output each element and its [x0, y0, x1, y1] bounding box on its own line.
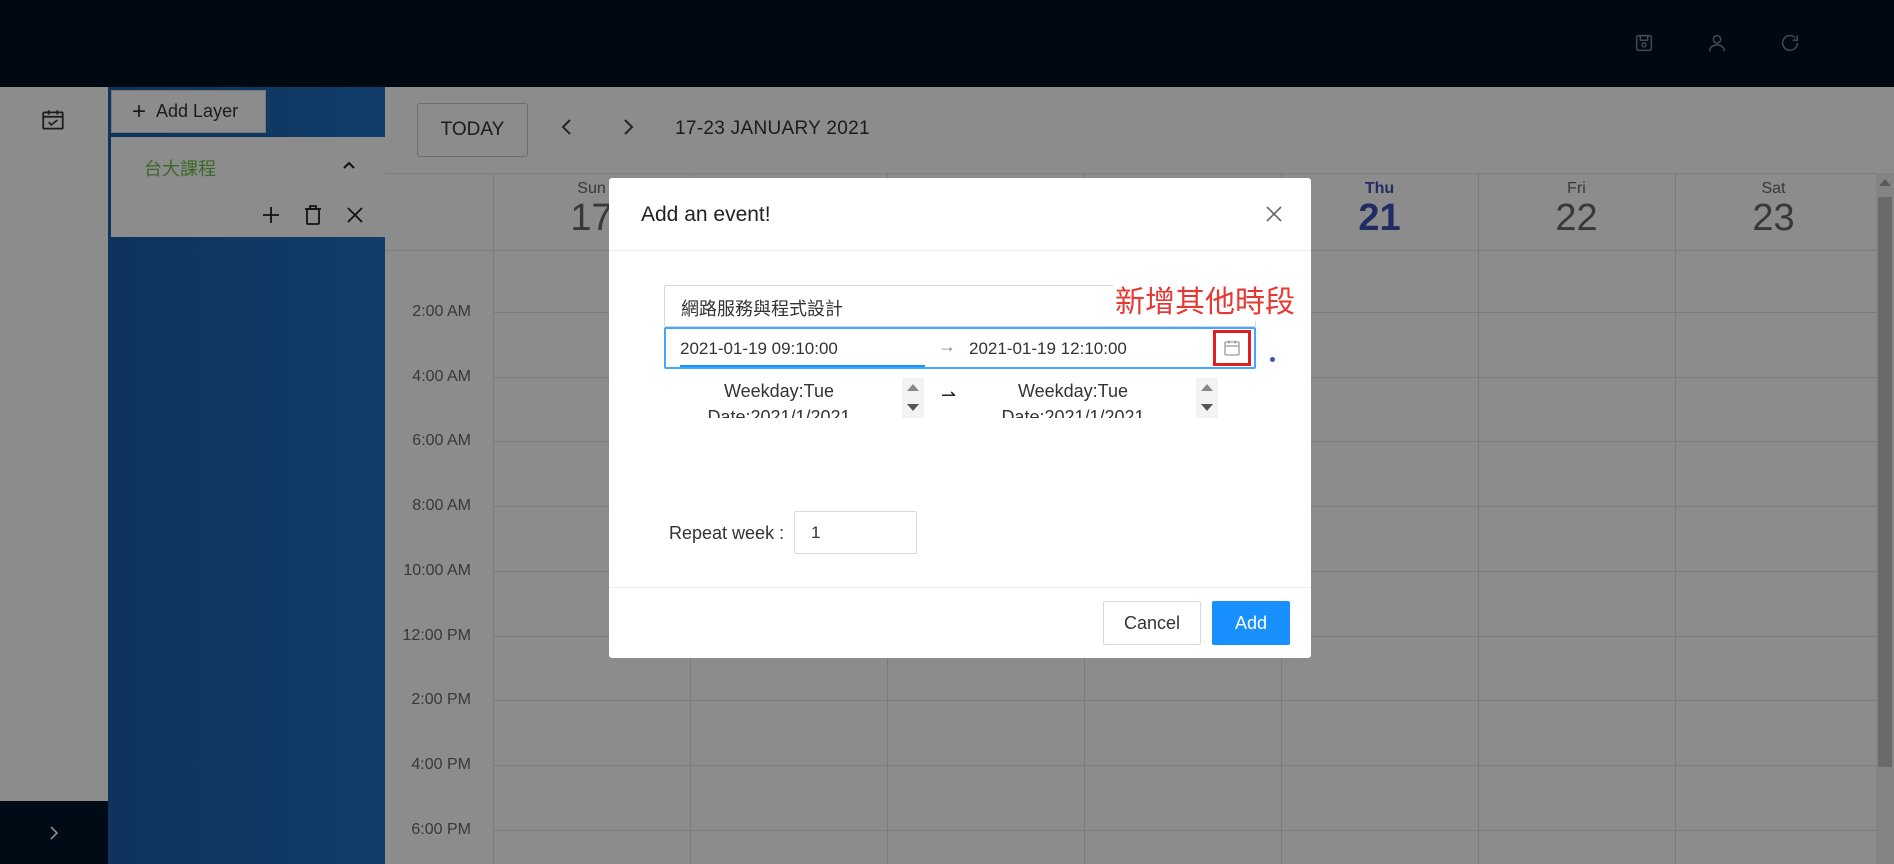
spin-down-icon[interactable] — [1201, 404, 1213, 411]
repeat-week-input[interactable]: 1 — [794, 511, 917, 554]
cancel-button[interactable]: Cancel — [1103, 601, 1201, 645]
indicator-dot — [1270, 357, 1275, 362]
range-separator: → — [938, 336, 956, 356]
dialog-title: Add an event! — [641, 203, 771, 226]
add-event-dialog: Add an event! 網路服務與程式設計 新增其他時段 2021-01-1… — [609, 178, 1311, 658]
start-datetime-input[interactable]: 2021-01-19 09:10:00 — [680, 339, 838, 359]
calendar-icon — [1224, 340, 1240, 356]
start-weekday: Weekday:Tue — [723, 381, 835, 401]
spin-up-icon[interactable] — [907, 384, 919, 391]
end-datetime-input[interactable]: 2021-01-19 12:10:00 — [969, 339, 1127, 359]
calendar-picker-button[interactable] — [1213, 330, 1251, 366]
end-date: Date:2021/1/2021 — [1001, 407, 1145, 418]
end-spin-buttons[interactable] — [1196, 378, 1218, 418]
start-date: Date:2021/1/2021 — [707, 407, 851, 418]
end-weekday: Weekday:Tue — [1017, 381, 1129, 401]
start-spin-buttons[interactable] — [902, 378, 924, 418]
dialog-header: Add an event! — [609, 178, 1311, 251]
spinner-arrow: ⇀ — [941, 385, 957, 405]
add-button[interactable]: Add — [1212, 601, 1290, 645]
spin-up-icon[interactable] — [1201, 384, 1213, 391]
start-time-spinner[interactable]: Weekday:Tue Date:2021/1/2021 — [664, 378, 924, 418]
end-time-spinner[interactable]: Weekday:Tue Date:2021/1/2021 — [958, 378, 1218, 418]
datetime-range-picker[interactable]: 2021-01-19 09:10:00 → 2021-01-19 12:10:0… — [664, 327, 1256, 369]
repeat-week-label: Repeat week : — [669, 523, 785, 543]
spin-down-icon[interactable] — [907, 404, 919, 411]
active-input-indicator — [680, 365, 925, 367]
dialog-footer-divider — [609, 587, 1311, 588]
close-icon[interactable] — [1265, 205, 1283, 223]
annotation-add-timeslot: 新增其他時段 — [1113, 285, 1297, 321]
